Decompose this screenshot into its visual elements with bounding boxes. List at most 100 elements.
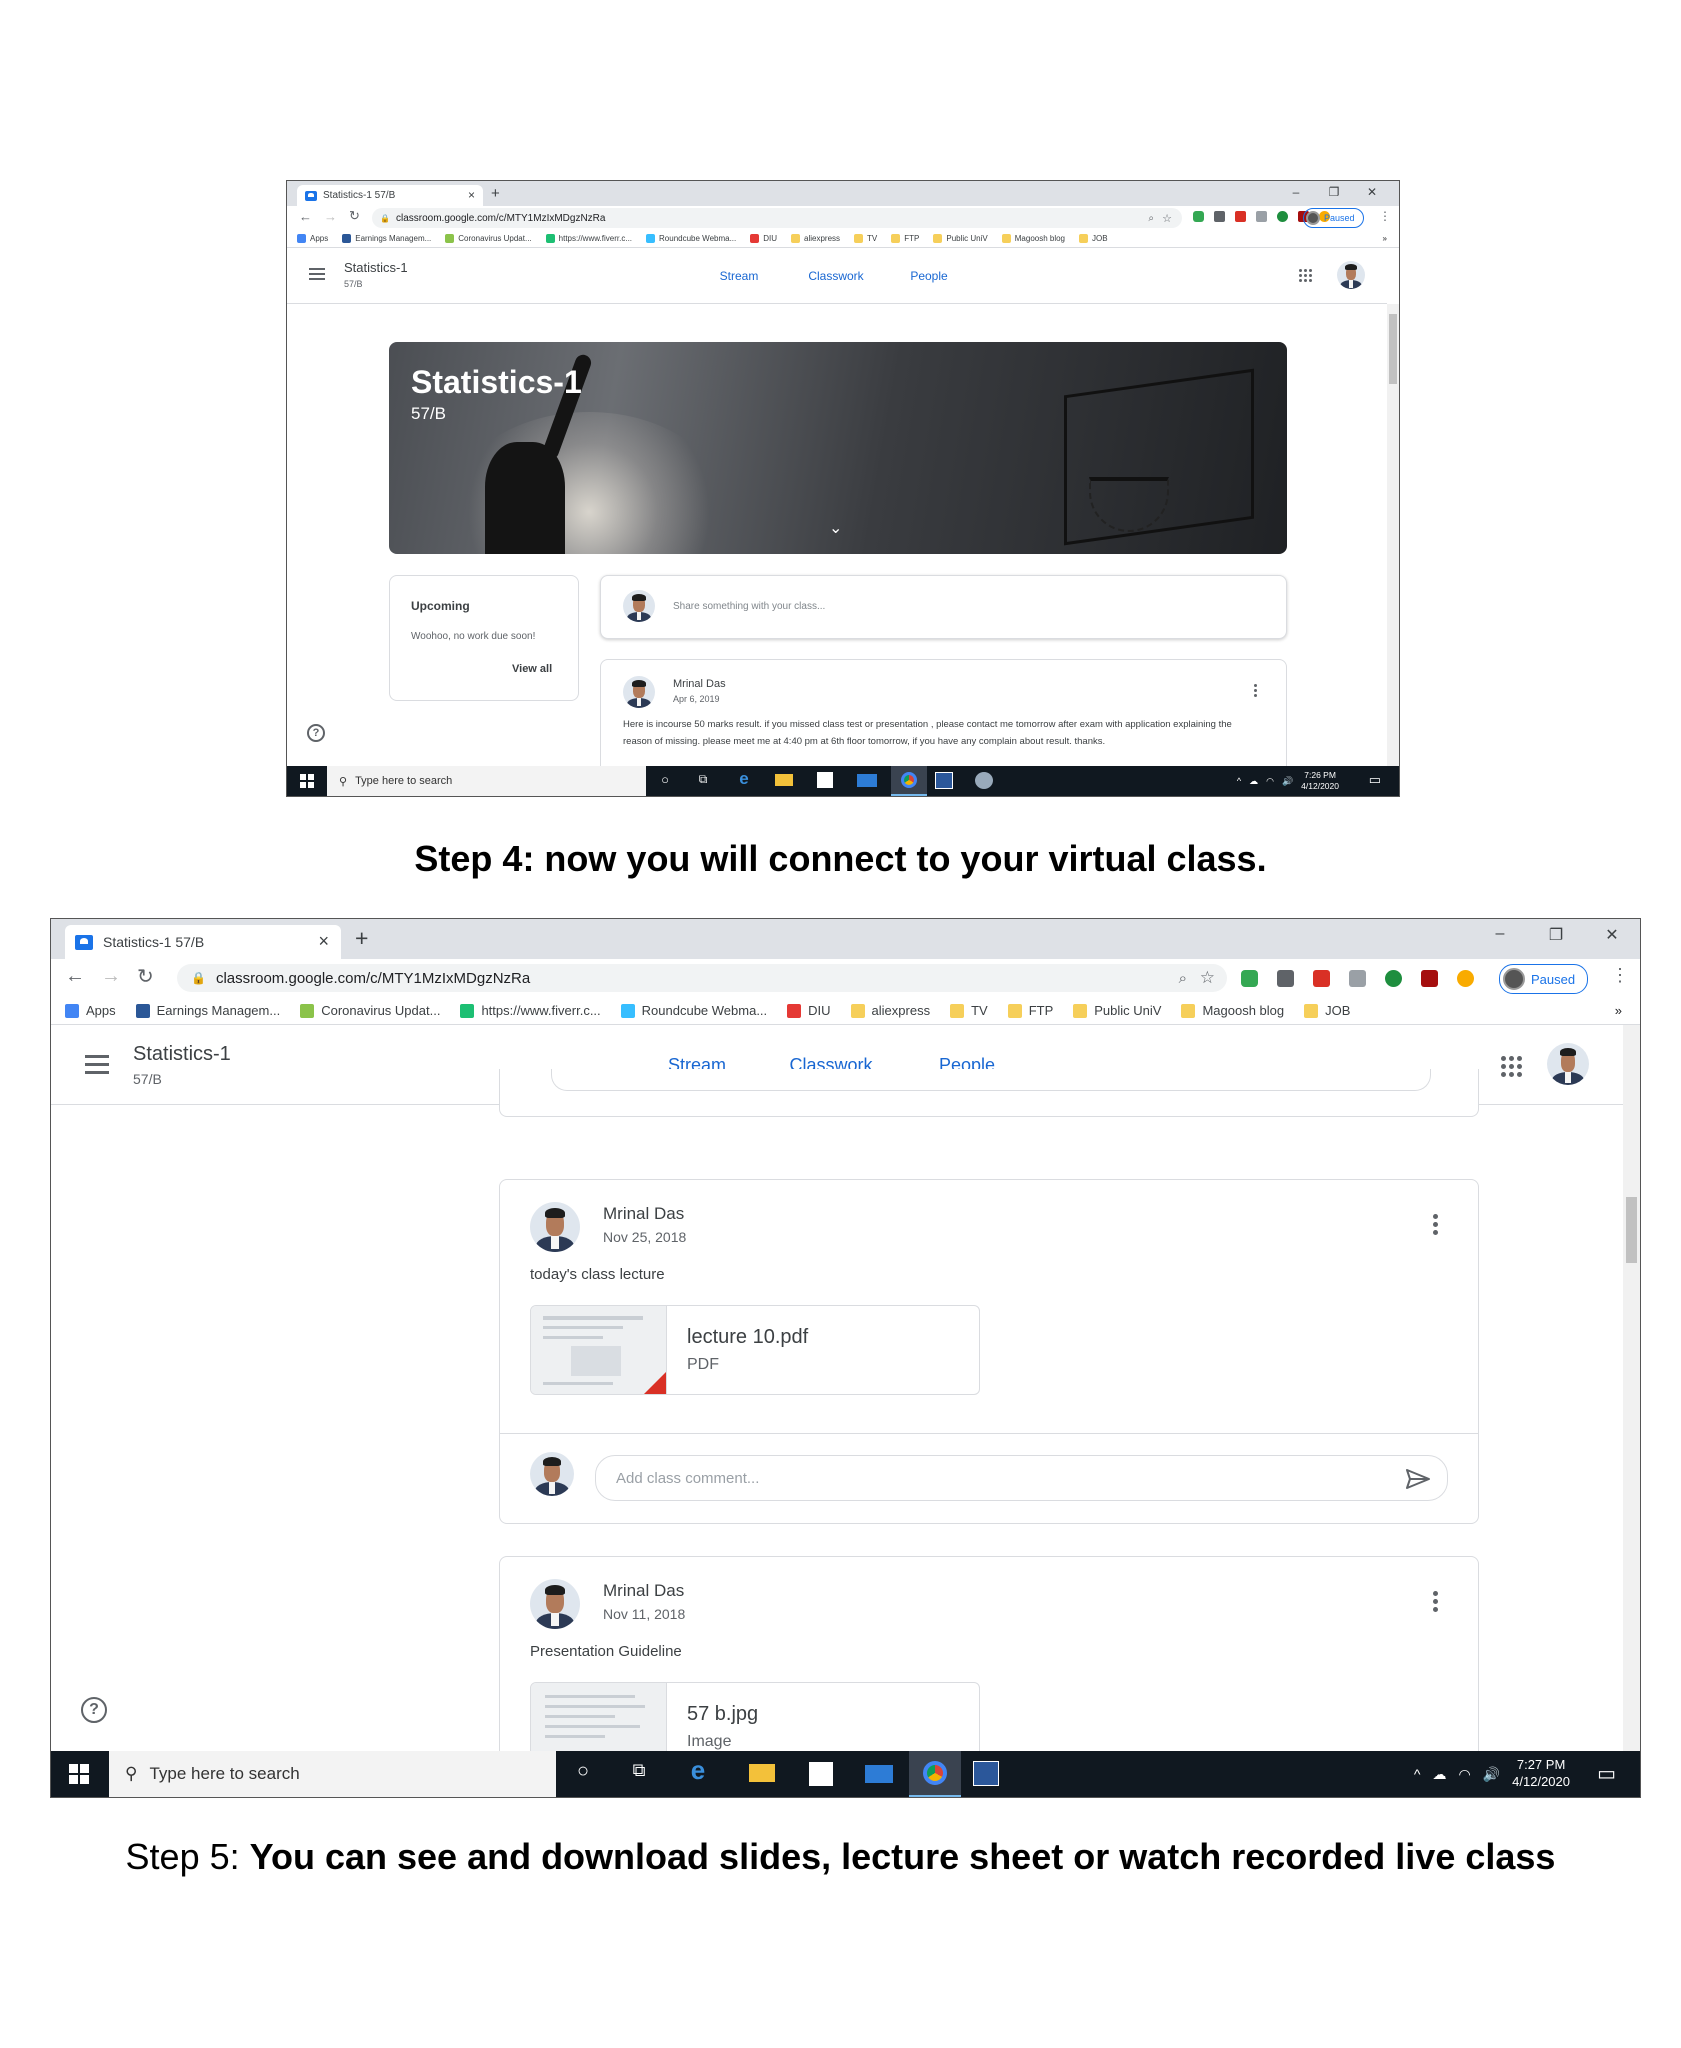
bookmark-item[interactable]: Roundcube Webma... <box>646 234 736 243</box>
edge-icon[interactable]: e <box>733 769 755 789</box>
restore-button[interactable]: ❐ <box>1315 185 1353 199</box>
bookmark-item[interactable]: https://www.fiverr.c... <box>460 1003 601 1018</box>
star-icon[interactable]: ☆ <box>1200 968 1215 988</box>
view-all-link[interactable]: View all <box>512 663 552 675</box>
bookmark-item[interactable]: Apps <box>65 1003 116 1018</box>
minimize-button[interactable]: – <box>1277 185 1315 199</box>
onedrive-icon[interactable]: ☁ <box>1433 1766 1447 1783</box>
extension-icon[interactable] <box>1313 970 1330 987</box>
chevron-up-icon[interactable]: ^ <box>1414 1766 1421 1782</box>
onedrive-icon[interactable]: ☁ <box>1249 776 1258 787</box>
back-arrow-icon[interactable]: ← <box>65 965 85 988</box>
extension-icon[interactable] <box>1277 970 1294 987</box>
user-avatar[interactable] <box>1337 261 1365 289</box>
extension-icon[interactable] <box>1193 211 1204 222</box>
windows-start-icon[interactable] <box>300 774 314 788</box>
bookmark-item[interactable]: TV <box>854 234 877 243</box>
extension-icon[interactable] <box>1241 970 1258 987</box>
bookmark-item[interactable]: DIU <box>787 1003 831 1018</box>
task-view-icon[interactable]: ⧉ <box>693 772 713 787</box>
extension-icon[interactable] <box>1349 970 1366 987</box>
address-bar[interactable]: 🔒 classroom.google.com/c/MTY1MzIxMDgzNzR… <box>177 964 1227 992</box>
bookmark-item[interactable]: Coronavirus Updat... <box>445 234 532 243</box>
bookmark-item[interactable]: TV <box>950 1003 988 1018</box>
help-icon[interactable]: ? <box>81 1697 107 1723</box>
bookmark-item[interactable]: Apps <box>297 234 328 243</box>
new-tab-button[interactable]: + <box>491 185 500 202</box>
extension-icon[interactable] <box>1421 970 1438 987</box>
volume-icon[interactable]: 🔊 <box>1483 1766 1500 1783</box>
more-options-icon[interactable] <box>1433 1214 1438 1235</box>
bookmark-item[interactable]: Roundcube Webma... <box>620 1003 767 1018</box>
word-icon[interactable] <box>973 1761 999 1786</box>
profile-paused-button[interactable]: Paused <box>1303 208 1364 228</box>
share-input[interactable]: Share something with your class... <box>673 601 825 612</box>
tab-close-icon[interactable]: × <box>318 931 329 952</box>
bookmark-item[interactable]: Magoosh blog <box>1181 1003 1284 1018</box>
taskbar-search-box[interactable]: ⚲ Type here to search <box>327 766 646 796</box>
chrome-taskbar-icon[interactable] <box>891 766 927 796</box>
cortana-icon[interactable]: ○ <box>569 1760 597 1783</box>
wifi-icon[interactable]: ◠ <box>1459 1766 1471 1783</box>
page-scrollbar[interactable] <box>1387 304 1399 780</box>
bookmark-item[interactable]: Earnings Managem... <box>342 234 431 243</box>
windows-start-icon[interactable] <box>69 1764 89 1784</box>
google-apps-icon[interactable] <box>1501 1056 1522 1077</box>
reload-icon[interactable]: ↻ <box>349 208 360 224</box>
zoom-icon[interactable]: ⌕ <box>1179 970 1187 987</box>
bookmark-item[interactable]: DIU <box>750 234 777 243</box>
bookmark-item[interactable]: JOB <box>1079 234 1108 243</box>
tab-classwork[interactable]: Classwork <box>783 248 889 304</box>
bookmark-item[interactable]: Earnings Managem... <box>135 1003 280 1018</box>
bookmark-item[interactable]: JOB <box>1304 1003 1350 1018</box>
notification-icon[interactable]: ▭ <box>1369 772 1381 788</box>
edge-icon[interactable]: e <box>683 1755 713 1786</box>
taskbar-clock[interactable]: 7:26 PM 4/12/2020 <box>1301 770 1339 792</box>
profile-paused-button[interactable]: Paused <box>1499 964 1589 994</box>
taskbar-search-box[interactable]: ⚲ Type here to search <box>109 1751 556 1797</box>
forward-arrow-icon[interactable]: → <box>324 209 337 224</box>
google-apps-icon[interactable] <box>1299 269 1312 282</box>
word-icon[interactable] <box>935 772 953 789</box>
class-banner[interactable]: Statistics-1 57/B ⌄ <box>389 342 1287 554</box>
bookmark-item[interactable]: FTP <box>1007 1003 1053 1018</box>
task-view-icon[interactable]: ⧉ <box>625 1760 653 1781</box>
chevron-up-icon[interactable]: ^ <box>1237 776 1241 786</box>
file-explorer-icon[interactable] <box>749 1764 775 1782</box>
bookmark-item[interactable]: Coronavirus Updat... <box>300 1003 440 1018</box>
bookmark-item[interactable]: https://www.fiverr.c... <box>545 234 632 243</box>
attachment-pdf[interactable]: lecture 10.pdf PDF <box>530 1305 980 1395</box>
chrome-taskbar-icon[interactable] <box>909 1751 961 1797</box>
star-icon[interactable]: ☆ <box>1162 212 1172 225</box>
back-arrow-icon[interactable]: ← <box>299 209 312 224</box>
bookmark-item[interactable]: aliexpress <box>791 234 840 243</box>
file-explorer-icon[interactable] <box>775 774 793 786</box>
taskbar-clock[interactable]: 7:27 PM 4/12/2020 <box>1512 1757 1570 1791</box>
bookmark-item[interactable]: FTP <box>891 234 919 243</box>
page-scrollbar[interactable] <box>1623 1025 1640 1771</box>
tab-close-icon[interactable]: × <box>468 188 475 202</box>
share-card[interactable]: Share something with your class... <box>600 575 1287 639</box>
wifi-icon[interactable]: ◠ <box>1266 776 1274 787</box>
bookmarks-overflow-icon[interactable]: » <box>1615 1003 1622 1018</box>
bookmarks-overflow-icon[interactable]: » <box>1383 234 1387 243</box>
extension-icon[interactable] <box>1277 211 1288 222</box>
bookmark-item[interactable]: Public UniV <box>1073 1003 1161 1018</box>
mail-icon[interactable] <box>857 774 877 787</box>
scrollbar-thumb[interactable] <box>1626 1197 1637 1263</box>
send-icon[interactable] <box>1405 1468 1431 1490</box>
extension-icon[interactable] <box>1214 211 1225 222</box>
help-icon[interactable]: ? <box>307 724 325 742</box>
forward-arrow-icon[interactable]: → <box>101 965 121 988</box>
store-icon[interactable] <box>809 1762 833 1786</box>
user-avatar[interactable] <box>1547 1043 1589 1085</box>
minimize-button[interactable]: – <box>1472 925 1528 945</box>
chevron-down-icon[interactable]: ⌄ <box>829 518 842 538</box>
more-options-icon[interactable] <box>1254 684 1257 697</box>
bookmark-item[interactable]: Magoosh blog <box>1001 234 1065 243</box>
main-menu-icon[interactable] <box>85 1055 109 1074</box>
volume-icon[interactable]: 🔊 <box>1282 776 1293 787</box>
new-tab-button[interactable]: + <box>355 925 368 952</box>
zoom-icon[interactable]: ⌕ <box>1148 213 1154 224</box>
browser-tab[interactable]: Statistics-1 57/B × <box>297 185 483 206</box>
